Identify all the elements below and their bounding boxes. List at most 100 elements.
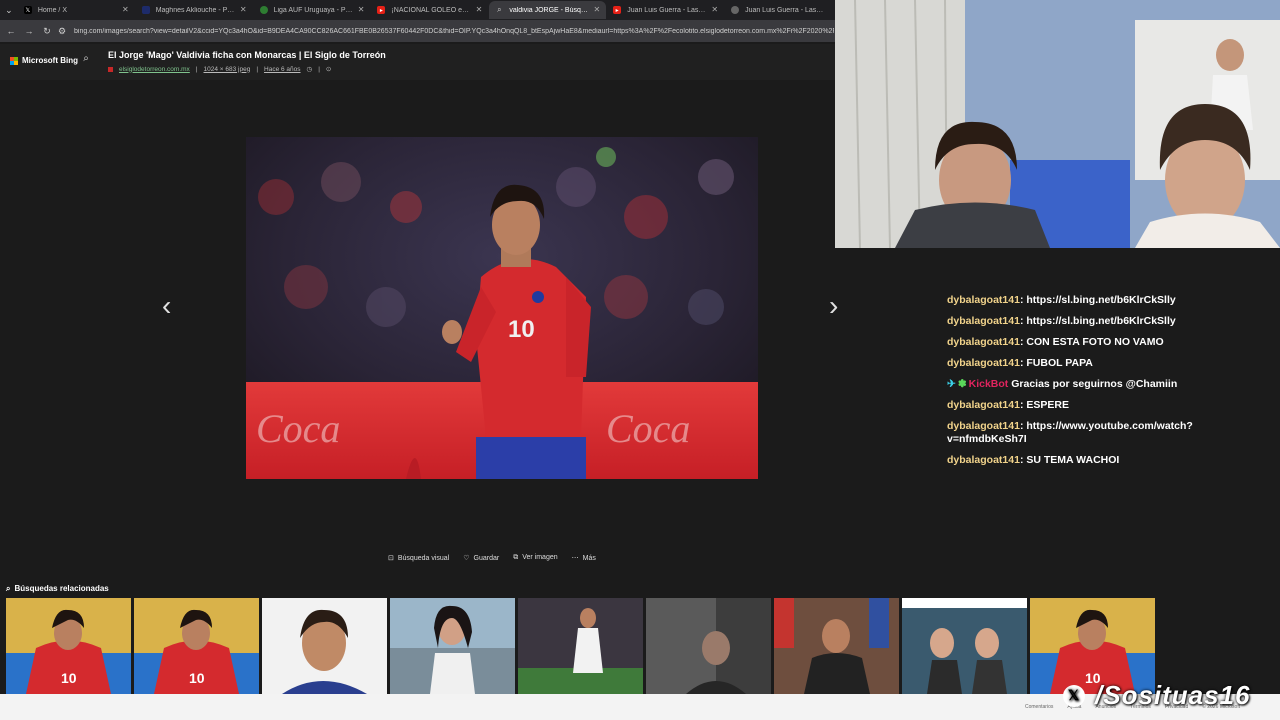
chat-text: https://sl.bing.net/b6KlrCkSlly xyxy=(1026,294,1176,306)
image-actions: ⊡ Búsqueda visual ♡ Guardar ⧉ Ver imagen ⋯ M… xyxy=(388,554,596,562)
related-thumbnail[interactable]: 10 xyxy=(134,598,259,694)
youtube-icon: ▸ xyxy=(613,6,622,14)
source-link[interactable]: elsiglodetorreon.com.mx xyxy=(119,66,190,73)
tab-label: ¡NACIONAL GOLEÓ en el DEB xyxy=(391,6,472,14)
chat-username[interactable]: dybalagoat141 xyxy=(947,315,1020,327)
info-icon[interactable]: ◷ xyxy=(307,65,313,73)
image-dimensions[interactable]: 1024 × 683 jpeg xyxy=(204,66,251,73)
globe-icon xyxy=(259,6,268,14)
chat-username[interactable]: dybalagoat141 xyxy=(947,357,1020,369)
separator: | xyxy=(195,65,198,73)
chat-message: dybalagoat141: SU TEMA WACHOI xyxy=(947,454,1120,466)
svg-text:10: 10 xyxy=(189,670,205,686)
search-icon: ⌕ xyxy=(497,5,502,14)
thumbnail-image xyxy=(902,598,1027,694)
chat-username[interactable]: dybalagoat141 xyxy=(947,294,1020,306)
thumbnail-image xyxy=(390,598,515,694)
chat-username[interactable]: dybalagoat141 xyxy=(947,336,1020,348)
tab-juan-luis-guerra-2[interactable]: Juan Luis Guerra - Las avispas xyxy=(725,1,834,19)
chat-text: CON ESTA FOTO NO VAMO xyxy=(1026,336,1164,348)
close-tab-icon[interactable]: ✕ xyxy=(240,5,247,14)
action-label: Guardar xyxy=(473,555,500,562)
close-tab-icon[interactable]: ✕ xyxy=(358,5,365,14)
previous-image-chevron-icon[interactable]: ‹ xyxy=(162,290,171,322)
tab-home-x[interactable]: 𝕏 Home / X ✕ xyxy=(18,1,135,19)
related-thumbnail[interactable] xyxy=(774,598,899,694)
chat-username[interactable]: dybalagoat141 xyxy=(947,420,1020,432)
chat-username[interactable]: dybalagoat141 xyxy=(947,454,1020,466)
tab-label: Liga AUF Uruguaya - POSICIO xyxy=(273,6,354,14)
x-icon: 𝕏 xyxy=(1063,684,1085,707)
chat-username[interactable]: dybalagoat141 xyxy=(947,399,1020,411)
youtube-icon: ▸ xyxy=(377,6,386,14)
related-thumbnail[interactable]: 10 xyxy=(6,598,131,694)
search-icon[interactable]: ⌕ xyxy=(78,53,94,69)
bing-logo-text: Microsoft Bing xyxy=(22,56,78,65)
chat-message: dybalagoat141: https://www.youtube.com/w… xyxy=(947,420,1193,445)
chat-text: FUBOL PAPA xyxy=(1026,357,1093,369)
close-tab-icon[interactable]: ✕ xyxy=(122,5,129,14)
site-icon xyxy=(141,6,150,14)
tab-label: Home / X xyxy=(37,6,67,14)
footer-link[interactable]: Comentarios xyxy=(1025,704,1053,710)
tab-maghnes[interactable]: Maghnes Akliouche - Perfil de ✕ xyxy=(136,1,253,19)
image-meta: elsiglodetorreon.com.mx | 1024 × 683 jpe… xyxy=(108,65,331,73)
webcam-feed xyxy=(835,0,1280,248)
related-thumbnail[interactable] xyxy=(518,598,643,694)
image-title[interactable]: El Jorge 'Mago' Valdivia ficha con Monar… xyxy=(108,50,386,60)
more-button[interactable]: ⋯ Más xyxy=(572,554,596,562)
save-icon: ♡ xyxy=(463,555,470,562)
related-thumbnail[interactable] xyxy=(390,598,515,694)
back-icon[interactable]: ← xyxy=(2,26,20,36)
close-tab-icon[interactable]: ✕ xyxy=(711,5,718,14)
tab-label: Maghnes Akliouche - Perfil de xyxy=(155,6,236,14)
save-button[interactable]: ♡ Guardar xyxy=(463,554,499,562)
chat-message: dybalagoat141: ESPERE xyxy=(947,399,1069,411)
separator: | xyxy=(318,65,320,73)
tab-list-chevron-icon[interactable]: ⌄ xyxy=(0,5,18,16)
svg-text:10: 10 xyxy=(508,316,535,343)
related-thumbnail[interactable] xyxy=(646,598,771,694)
related-thumbnail[interactable] xyxy=(902,598,1027,694)
separator: | xyxy=(256,65,259,73)
tab-valdivia-search[interactable]: ⌕ valdivia JORGE - Búsqueda ✕ xyxy=(489,1,607,19)
image-age[interactable]: Hace 6 años xyxy=(264,66,301,73)
action-label: Búsqueda visual xyxy=(397,555,450,562)
svg-text:10: 10 xyxy=(61,670,77,686)
close-tab-icon[interactable]: ✕ xyxy=(593,5,600,14)
chat-message: dybalagoat141: https://sl.bing.net/b6Klr… xyxy=(947,294,1176,306)
tab-label: Juan Luis Guerra - Las avispas xyxy=(745,6,825,14)
bing-logo[interactable]: Microsoft Bing xyxy=(10,56,78,65)
url-field[interactable]: bing.com/images/search?view=detailV2&cci… xyxy=(74,28,834,35)
address-bar: ← → ↻ ⚙ bing.com/images/search?view=deta… xyxy=(0,20,835,42)
chat-message: dybalagoat141: CON ESTA FOTO NO VAMO xyxy=(947,336,1164,348)
forward-icon[interactable]: → xyxy=(20,26,38,36)
chat-username[interactable]: KickBot xyxy=(969,378,1009,390)
open-image-icon: ⧉ xyxy=(513,554,519,561)
watermark-text: /Sosituas16 xyxy=(1095,680,1251,710)
chat-message: dybalagoat141: FUBOL PAPA xyxy=(947,357,1093,369)
view-image-button[interactable]: ⧉ Ver imagen xyxy=(513,554,557,562)
microsoft-logo-icon xyxy=(10,56,18,65)
tab-liga-auf[interactable]: Liga AUF Uruguaya - POSICIO ✕ xyxy=(254,1,371,19)
source-favicon-icon xyxy=(108,66,113,72)
related-thumbnail[interactable] xyxy=(262,598,387,694)
action-label: Más xyxy=(582,555,596,562)
tab-strip: ⌄ 𝕏 Home / X ✕ Maghnes Akliouche - Perfi… xyxy=(0,0,835,20)
site-info-icon[interactable]: ⚙ xyxy=(56,26,68,37)
streamer-watermark: 𝕏 /Sosituas16 xyxy=(1063,680,1251,711)
tab-juan-luis-guerra[interactable]: ▸ Juan Luis Guerra - Las avispas ✕ xyxy=(607,1,724,19)
pin-badge-icon: ✈ xyxy=(947,378,956,390)
reload-icon[interactable]: ↻ xyxy=(38,26,56,37)
close-tab-icon[interactable]: ✕ xyxy=(476,5,483,14)
thumbnail-image xyxy=(774,598,899,694)
tab-nacional[interactable]: ▸ ¡NACIONAL GOLEÓ en el DEB ✕ xyxy=(371,1,488,19)
visual-search-button[interactable]: ⊡ Búsqueda visual xyxy=(388,554,449,562)
chat-message: ✈ ✽ KickBot Gracias por seguirnos @Chamiin xyxy=(947,378,1217,391)
main-image[interactable]: Coca Coca 10 xyxy=(246,137,758,479)
next-image-chevron-icon[interactable]: › xyxy=(829,290,838,322)
bot-badge-icon: ✽ xyxy=(957,378,967,390)
x-icon: 𝕏 xyxy=(23,6,32,14)
chat-message: dybalagoat141: https://sl.bing.net/b6Klr… xyxy=(947,315,1176,327)
report-icon[interactable]: ⊙ xyxy=(326,65,331,73)
